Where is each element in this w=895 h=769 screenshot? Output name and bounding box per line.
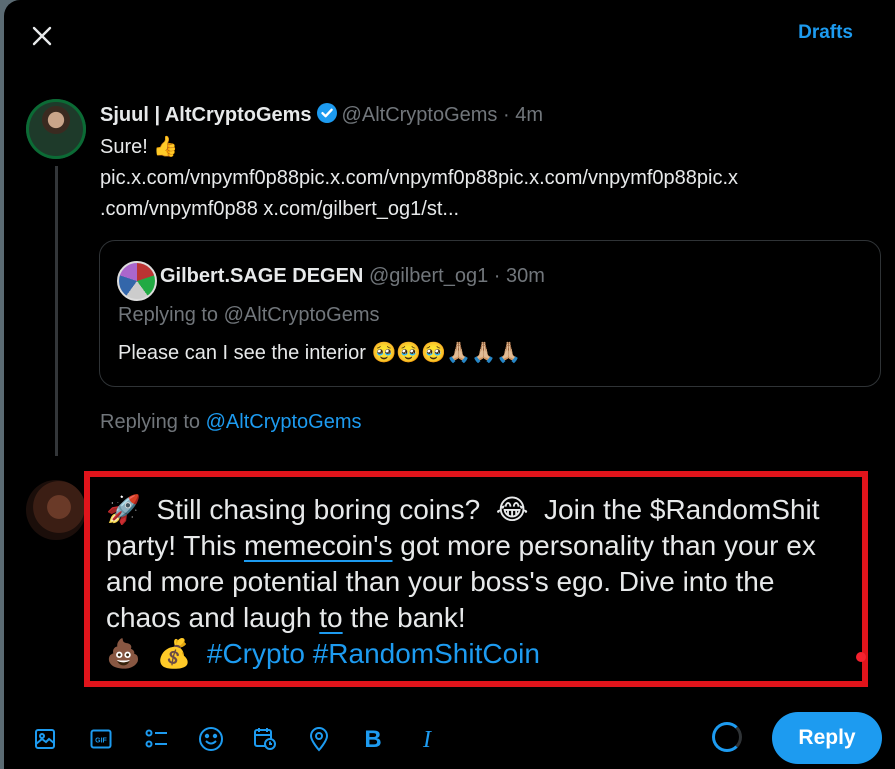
rocket-emoji: 🚀 [106, 494, 141, 525]
compose-text-part: Join the [544, 494, 643, 525]
quote-text: Please can I see the interior 🥹🥹🥹🙏🏼🙏🏼🙏🏼 [118, 342, 521, 364]
svg-text:B: B [364, 726, 381, 752]
svg-text:GIF: GIF [95, 738, 107, 745]
replying-to: Replying to @AltCryptoGems [100, 411, 362, 434]
separator: · [493, 265, 501, 287]
recording-dot [856, 652, 866, 662]
close-icon[interactable] [28, 22, 56, 50]
compose-text-part: Still chasing boring coins? [156, 494, 481, 525]
tweet-author-handle[interactable]: @AltCryptoGems [342, 104, 498, 126]
gif-icon[interactable]: GIF [84, 722, 118, 756]
bold-icon[interactable]: B [356, 722, 390, 756]
image-icon[interactable] [28, 722, 62, 756]
quote-author-name: Gilbert.SAGE DEGEN [160, 265, 364, 287]
compose-text-part: the bank! [342, 602, 466, 633]
avatar[interactable] [26, 99, 86, 159]
compose-modal: Drafts Sjuul | AltCryptoGems @AltCryptoGe… [4, 0, 895, 769]
reply-button[interactable]: Reply [772, 712, 882, 764]
schedule-icon[interactable] [248, 722, 282, 756]
tweet-text-line: Sure! 👍 [100, 136, 179, 158]
italic-icon[interactable]: I [410, 722, 444, 756]
laugh-emoji: 😂 [495, 494, 529, 525]
tweet-link-line[interactable]: .com/vnpymf0p88 x.com/gilbert_og1/st... [100, 194, 885, 225]
hashtag[interactable]: #Crypto [207, 638, 305, 669]
tweet-link-line[interactable]: pic.x.com/vnpymf0p88pic.x.com/vnpymf0p88… [100, 163, 885, 194]
quote-avatar [117, 261, 157, 301]
quote-replying-to: Replying to @AltCryptoGems [118, 304, 380, 326]
spellcheck-word[interactable]: to [319, 602, 342, 633]
tweet-header: Sjuul | AltCryptoGems @AltCryptoGems · 4m [100, 102, 543, 130]
money-bag-emoji: 💰 [156, 638, 192, 669]
verified-badge-icon [316, 102, 338, 130]
user-avatar[interactable] [26, 480, 86, 540]
svg-text:I: I [422, 727, 432, 752]
thread-line [55, 166, 58, 456]
emoji-icon[interactable] [194, 722, 228, 756]
drafts-button[interactable]: Drafts [798, 22, 853, 44]
poop-emoji: 💩 [106, 638, 141, 669]
quote-header: Gilbert.SAGE DEGEN @gilbert_og1 · 30m [160, 265, 545, 288]
replying-to-handle[interactable]: @AltCryptoGems [206, 411, 362, 433]
character-count-progress [712, 722, 742, 752]
location-icon[interactable] [302, 722, 336, 756]
tweet-author-name[interactable]: Sjuul | AltCryptoGems [100, 104, 312, 126]
separator: · [503, 104, 510, 126]
replying-to-label: Replying to [100, 411, 206, 433]
compose-text-area[interactable]: 🚀 Still chasing boring coins? 😂 Join the… [106, 492, 856, 672]
quote-author-handle: @gilbert_og1 [368, 265, 489, 287]
tweet-time[interactable]: 4m [515, 104, 543, 126]
poll-icon[interactable] [140, 722, 174, 756]
quoted-tweet[interactable]: Gilbert.SAGE DEGEN @gilbert_og1 · 30m Re… [99, 240, 881, 387]
hashtag[interactable]: #RandomShitCoin [313, 638, 540, 669]
spellcheck-word[interactable]: memecoin's [244, 530, 393, 561]
quote-time: 30m [506, 265, 545, 287]
tweet-text: Sure! 👍 pic.x.com/vnpymf0p88pic.x.com/vn… [100, 132, 885, 225]
